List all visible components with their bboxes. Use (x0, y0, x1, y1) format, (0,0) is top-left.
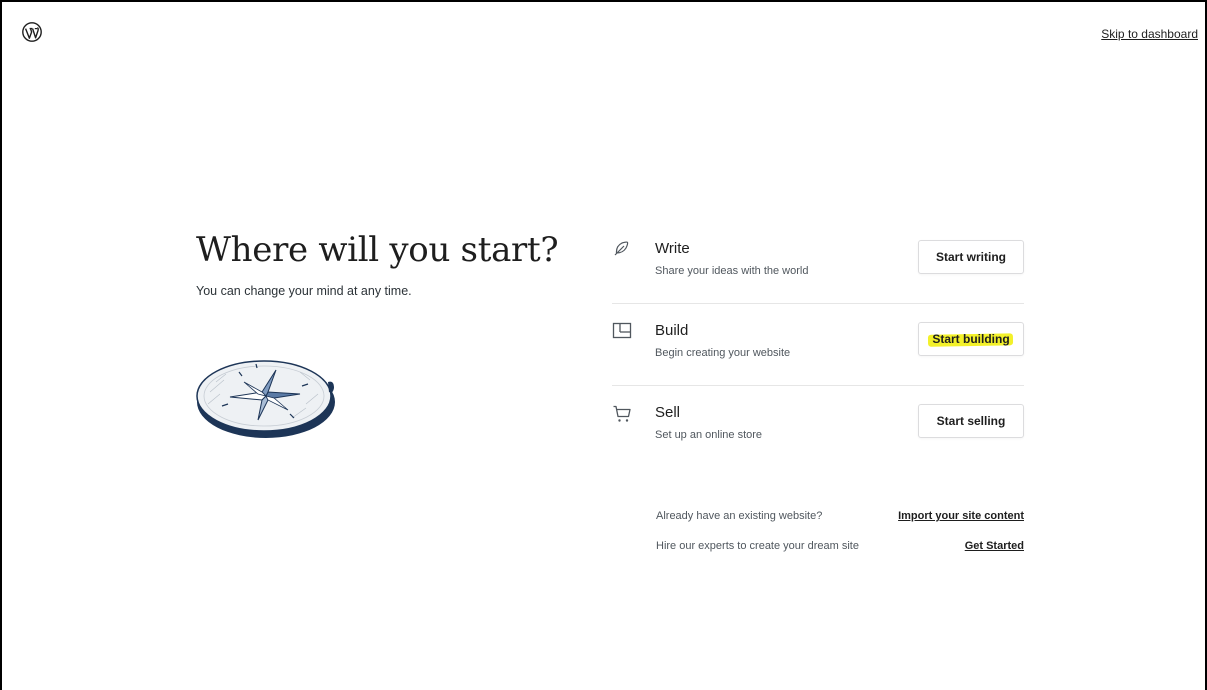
option-title: Build (655, 322, 689, 339)
intro-section: Where will you start? You can change you… (196, 230, 559, 298)
import-row: Already have an existing website? Import… (656, 510, 1024, 522)
footer-links: Already have an existing website? Import… (656, 510, 1024, 570)
options-list: Write Share your ideas with the world St… (612, 222, 1024, 468)
feather-icon (614, 241, 629, 256)
start-writing-button[interactable]: Start writing (918, 240, 1024, 274)
start-building-label: Start building (932, 332, 1010, 346)
start-selling-button[interactable]: Start selling (918, 404, 1024, 438)
start-selling-label: Start selling (936, 414, 1006, 428)
compass-illustration (196, 360, 335, 438)
option-title: Write (655, 240, 690, 257)
start-building-button[interactable]: Start building (918, 322, 1024, 356)
get-started-link[interactable]: Get Started (965, 540, 1024, 552)
option-write: Write Share your ideas with the world St… (612, 222, 1024, 304)
option-sell: Sell Set up an online store Start sellin… (612, 386, 1024, 468)
layout-icon (612, 322, 632, 339)
skip-to-dashboard-link[interactable]: Skip to dashboard (1101, 27, 1198, 41)
option-build: Build Begin creating your website Start … (612, 304, 1024, 386)
window-frame (0, 0, 1207, 690)
hire-row: Hire our experts to create your dream si… (656, 540, 1024, 552)
page-subtitle: You can change your mind at any time. (196, 284, 412, 298)
option-title: Sell (655, 404, 681, 421)
cart-icon (613, 405, 631, 422)
option-description: Begin creating your website (655, 347, 791, 359)
wordpress-logo-icon[interactable] (22, 22, 42, 42)
import-label: Already have an existing website? (656, 510, 823, 522)
option-description: Set up an online store (655, 429, 763, 441)
start-writing-label: Start writing (935, 250, 1006, 264)
hire-label: Hire our experts to create your dream si… (656, 540, 859, 552)
option-description: Share your ideas with the world (655, 265, 809, 277)
page-title: Where will you start? (196, 230, 559, 270)
import-site-content-link[interactable]: Import your site content (898, 510, 1024, 522)
